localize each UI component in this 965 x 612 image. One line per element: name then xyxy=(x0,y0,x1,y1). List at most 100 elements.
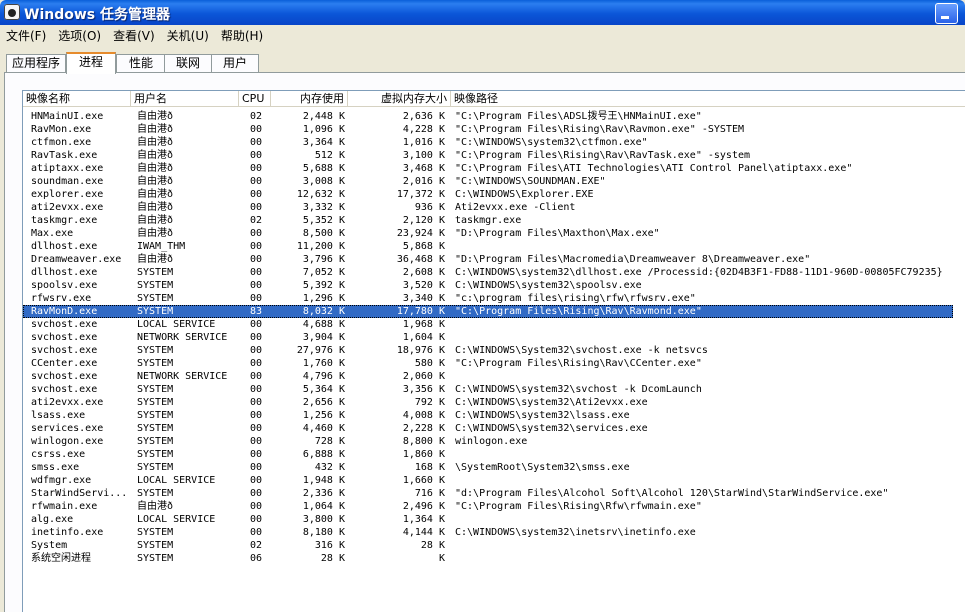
cell-user-name: 自由港ð xyxy=(137,189,174,200)
table-row[interactable]: dllhost.exe SYSTEM 00 7,052 K 2,608 K C:\WIND… xyxy=(23,266,953,279)
menu-options[interactable]: 选项(O) xyxy=(52,25,107,45)
table-row[interactable]: svchost.exe LOCAL SERVICE 00 4,688 K 1,968 K xyxy=(23,318,953,331)
cell-image-path: winlogon.exe xyxy=(455,436,528,447)
table-row[interactable]: atiptaxx.exe 自由港ð 00 5,688 K 3,468 K "C:\Prog… xyxy=(23,162,953,175)
tab-applications[interactable]: 应用程序 xyxy=(6,54,66,72)
cell-vm-size: 2,608 K xyxy=(402,267,445,278)
cell-image-name: alg.exe xyxy=(31,514,74,525)
cell-cpu: 00 xyxy=(250,371,263,382)
cell-cpu: 00 xyxy=(250,150,263,161)
cell-cpu: 00 xyxy=(250,280,263,291)
table-row[interactable]: ctfmon.exe 自由港ð 00 3,364 K 1,016 K "C:\WINDOW… xyxy=(23,136,953,149)
cell-cpu: 00 xyxy=(250,254,263,265)
table-row[interactable]: rfwmain.exe 自由港ð 00 1,064 K 2,496 K "C:\Progr… xyxy=(23,500,953,513)
table-row[interactable]: soundman.exe 自由港ð 00 3,008 K 2,016 K "C:\WIND… xyxy=(23,175,953,188)
cell-cpu: 00 xyxy=(250,293,263,304)
table-row[interactable]: 系统空闲进程 SYSTEM 06 28 K K xyxy=(23,552,953,565)
table-row[interactable]: rfwsrv.exe SYSTEM 00 1,296 K 3,340 K "c:\prog… xyxy=(23,292,953,305)
cell-vm-size: 3,520 K xyxy=(402,280,445,291)
tab-processes[interactable]: 进程 xyxy=(66,52,116,74)
window-title: Windows 任务管理器 xyxy=(24,7,170,23)
table-row[interactable]: StarWindServi... SYSTEM 00 2,336 K 716 K "d:\… xyxy=(23,487,953,500)
title-bar[interactable]: Windows 任务管理器 xyxy=(0,0,965,25)
column-image-path[interactable]: 映像路径 xyxy=(451,91,965,107)
table-row[interactable]: svchost.exe SYSTEM 00 5,364 K 3,356 K C:\WIND… xyxy=(23,383,953,396)
menu-file[interactable]: 文件(F) xyxy=(0,25,52,45)
table-row[interactable]: lsass.exe SYSTEM 00 1,256 K 4,008 K C:\WINDOW… xyxy=(23,409,953,422)
cell-vm-size: 28 K xyxy=(420,540,445,551)
cell-mem-usage: 512 K xyxy=(314,150,345,161)
cell-cpu: 00 xyxy=(250,124,263,135)
table-row[interactable]: System SYSTEM 02 316 K 28 K xyxy=(23,539,953,552)
cell-cpu: 00 xyxy=(250,501,263,512)
cell-image-name: svchost.exe xyxy=(31,319,98,330)
menu-view[interactable]: 查看(V) xyxy=(107,25,161,45)
table-row[interactable]: svchost.exe NETWORK SERVICE 00 4,796 K 2,060… xyxy=(23,370,953,383)
table-row[interactable]: dllhost.exe IWAM_THM 00 11,200 K 5,868 K xyxy=(23,240,953,253)
cell-vm-size: 1,016 K xyxy=(402,137,445,148)
cell-user-name: 自由港ð xyxy=(137,228,174,239)
table-row[interactable]: ati2evxx.exe SYSTEM 00 2,656 K 792 K C:\WINDO… xyxy=(23,396,953,409)
column-vm-size[interactable]: 虚拟内存大小 xyxy=(348,91,451,107)
tab-users[interactable]: 用户 xyxy=(211,54,259,72)
cell-user-name: SYSTEM xyxy=(137,345,174,356)
cell-mem-usage: 3,332 K xyxy=(302,202,345,213)
cell-mem-usage: 1,296 K xyxy=(302,293,345,304)
table-row[interactable]: svchost.exe NETWORK SERVICE 00 3,904 K 1,604… xyxy=(23,331,953,344)
table-row[interactable]: Max.exe 自由港ð 00 8,500 K 23,924 K "D:\Program … xyxy=(23,227,953,240)
table-row[interactable]: csrss.exe SYSTEM 00 6,888 K 1,860 K xyxy=(23,448,953,461)
column-headers: 映像名称 用户名 CPU 内存使用 虚拟内存大小 映像路径 xyxy=(23,91,965,108)
column-image-name[interactable]: 映像名称 xyxy=(23,91,131,107)
table-row[interactable]: inetinfo.exe SYSTEM 00 8,180 K 4,144 K C:\WIN… xyxy=(23,526,953,539)
table-row[interactable]: winlogon.exe SYSTEM 00 728 K 8,800 K winlogon… xyxy=(23,435,953,448)
cell-vm-size: 36,468 K xyxy=(396,254,445,265)
minimize-button[interactable] xyxy=(935,3,958,24)
table-row[interactable]: explorer.exe 自由港ð 00 12,632 K 17,372 K C:\WIN… xyxy=(23,188,953,201)
cell-cpu: 02 xyxy=(250,540,263,551)
cell-vm-size: 3,340 K xyxy=(402,293,445,304)
cell-user-name: 自由港ð xyxy=(137,202,174,213)
cell-image-name: dllhost.exe xyxy=(31,241,98,252)
table-row[interactable]: RavTask.exe 自由港ð 00 512 K 3,100 K "C:\Program… xyxy=(23,149,953,162)
cell-image-path: "C:\Program Files\Rising\Rfw\rfwmain.exe… xyxy=(455,501,702,512)
table-row[interactable]: smss.exe SYSTEM 00 432 K 168 K \SystemRoot\Sy… xyxy=(23,461,953,474)
table-row[interactable]: wdfmgr.exe LOCAL SERVICE 00 1,948 K 1,660 K xyxy=(23,474,953,487)
process-list[interactable]: 映像名称 用户名 CPU 内存使用 虚拟内存大小 映像路径 HNMainUI.e… xyxy=(22,90,965,612)
table-row[interactable]: alg.exe LOCAL SERVICE 00 3,800 K 1,364 K xyxy=(23,513,953,526)
menu-shutdown[interactable]: 关机(U) xyxy=(161,25,215,45)
table-row[interactable]: CCenter.exe SYSTEM 00 1,760 K 580 K "C:\Progr… xyxy=(23,357,953,370)
column-mem-usage[interactable]: 内存使用 xyxy=(271,91,348,107)
table-row[interactable]: taskmgr.exe 自由港ð 02 5,352 K 2,120 K taskmgr.e… xyxy=(23,214,953,227)
tab-performance[interactable]: 性能 xyxy=(116,54,166,72)
table-row[interactable]: services.exe SYSTEM 00 4,460 K 2,228 K C:\WIN… xyxy=(23,422,953,435)
column-cpu[interactable]: CPU xyxy=(239,91,271,107)
cell-cpu: 00 xyxy=(250,319,263,330)
table-row[interactable]: Dreamweaver.exe 自由港ð 00 3,796 K 36,468 K "D:\… xyxy=(23,253,953,266)
cell-image-name: inetinfo.exe xyxy=(31,527,104,538)
cell-user-name: SYSTEM xyxy=(137,410,174,421)
cell-image-name: RavMonD.exe xyxy=(31,306,98,317)
cell-user-name: SYSTEM xyxy=(137,527,174,538)
cell-vm-size: 3,100 K xyxy=(402,150,445,161)
table-row[interactable]: HNMainUI.exe 自由港ð 02 2,448 K 2,636 K "C:\Prog… xyxy=(23,110,953,123)
cell-mem-usage: 1,948 K xyxy=(302,475,345,486)
table-row[interactable]: spoolsv.exe SYSTEM 00 5,392 K 3,520 K C:\WIND… xyxy=(23,279,953,292)
menu-help[interactable]: 帮助(H) xyxy=(215,25,269,45)
cell-vm-size: 2,228 K xyxy=(402,423,445,434)
cell-image-name: spoolsv.exe xyxy=(31,280,98,291)
cell-user-name: SYSTEM xyxy=(137,553,174,564)
cell-image-name: 系统空闲进程 xyxy=(31,553,91,564)
cell-mem-usage: 2,656 K xyxy=(302,397,345,408)
column-user-name[interactable]: 用户名 xyxy=(131,91,239,107)
tab-networking[interactable]: 联网 xyxy=(164,54,212,72)
cell-user-name: LOCAL SERVICE xyxy=(137,475,216,486)
table-row[interactable]: ati2evxx.exe 自由港ð 00 3,332 K 936 K Ati2evxx.e… xyxy=(23,201,953,214)
table-row[interactable]: svchost.exe SYSTEM 00 27,976 K 18,976 K C:\WI… xyxy=(23,344,953,357)
cell-image-path: "C:\Program Files\Rising\Rav\RavTask.exe… xyxy=(455,150,751,161)
table-row-selected[interactable]: RavMonD.exe SYSTEM 83 8,032 K 17,780 K "C:\Pr… xyxy=(23,305,953,318)
cell-image-name: services.exe xyxy=(31,423,104,434)
menu-bar: 文件(F) 选项(O) 查看(V) 关机(U) 帮助(H) xyxy=(0,25,965,45)
cell-image-name: wdfmgr.exe xyxy=(31,475,92,486)
table-row[interactable]: RavMon.exe 自由港ð 00 1,096 K 4,228 K "C:\Progra… xyxy=(23,123,953,136)
cell-user-name: SYSTEM xyxy=(137,267,174,278)
